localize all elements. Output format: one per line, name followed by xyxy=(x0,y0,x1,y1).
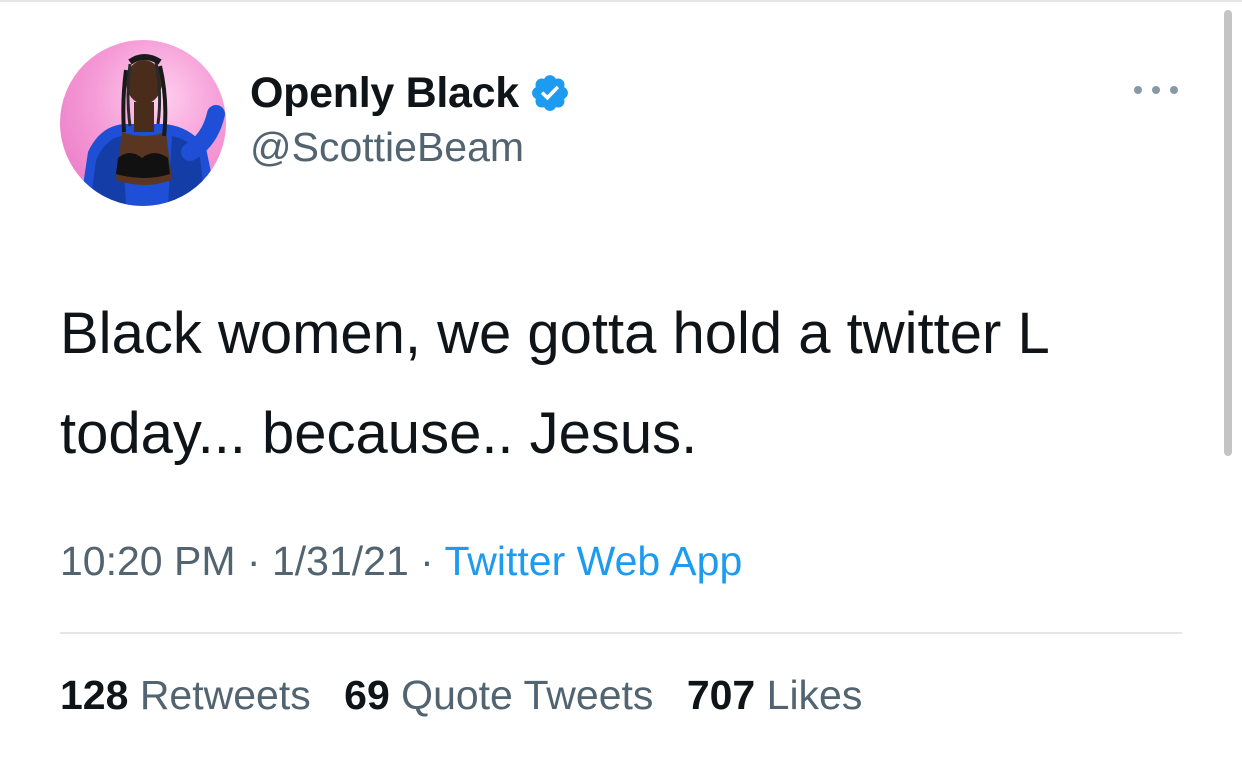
tweet-stats: 128 Retweets 69 Quote Tweets 707 Likes xyxy=(60,672,884,719)
quote-tweets-label: Quote Tweets xyxy=(401,672,654,718)
tweet-time[interactable]: 10:20 PM xyxy=(60,538,236,584)
top-border xyxy=(0,0,1242,2)
meta-separator: · xyxy=(420,538,434,584)
quote-tweets-count: 69 xyxy=(344,672,390,718)
likes-count: 707 xyxy=(686,672,756,718)
display-name[interactable]: Openly Black xyxy=(250,69,519,118)
divider xyxy=(60,632,1182,634)
likes-stat[interactable]: 707 Likes xyxy=(687,672,863,718)
avatar[interactable] xyxy=(60,40,226,206)
scrollbar[interactable] xyxy=(1224,10,1232,456)
verified-badge-icon xyxy=(529,72,571,114)
tweet-date[interactable]: 1/31/21 xyxy=(272,538,409,584)
tweet-text: Black women, we gotta hold a twitter L t… xyxy=(60,301,1048,466)
author-name-row[interactable]: Openly Black xyxy=(250,66,571,120)
tweet-source-link[interactable]: Twitter Web App xyxy=(444,538,742,584)
retweets-stat[interactable]: 128 Retweets xyxy=(60,672,311,718)
author-handle[interactable]: @ScottieBeam xyxy=(250,124,524,171)
retweets-count: 128 xyxy=(60,672,129,718)
retweets-label: Retweets xyxy=(139,672,311,718)
avatar-photo xyxy=(80,54,225,206)
meta-separator: · xyxy=(246,538,261,584)
tweet-metadata: 10:20 PM · 1/31/21 · Twitter Web App xyxy=(60,538,742,585)
quote-tweets-stat[interactable]: 69 Quote Tweets xyxy=(344,672,653,718)
likes-label: Likes xyxy=(766,672,863,718)
more-options-icon[interactable] xyxy=(1134,78,1178,102)
